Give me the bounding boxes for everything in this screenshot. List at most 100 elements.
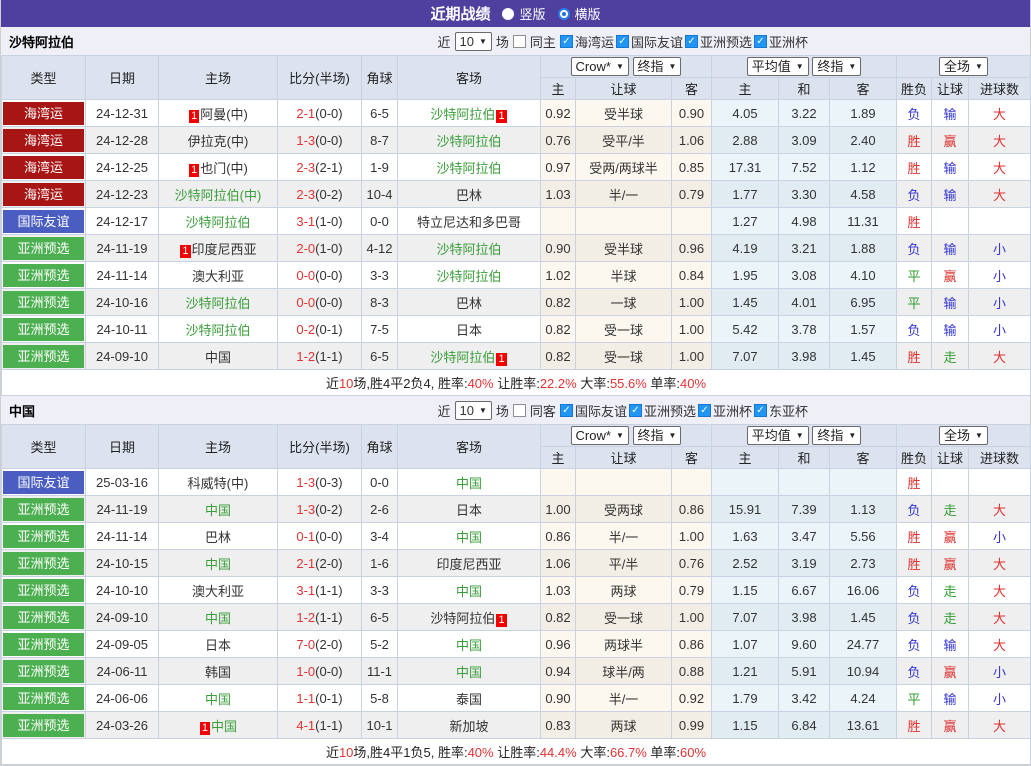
competition-checkbox[interactable]: ✓ (754, 404, 767, 417)
avg-home-value: 17.31 (712, 154, 779, 181)
avg-stage-select[interactable]: 终指▼ (812, 57, 861, 76)
result-handicap-value: 输 (932, 154, 969, 181)
layout-radio-horizontal[interactable]: 横版 (558, 4, 601, 23)
match-date: 24-09-10 (86, 343, 159, 370)
avg-home-value: 15.91 (712, 496, 779, 523)
competition-checkbox[interactable]: ✓ (698, 404, 711, 417)
odds-home-value (541, 208, 576, 235)
result-wdl-value: 胜 (897, 523, 932, 550)
result-handicap-value: 输 (932, 631, 969, 658)
match-type-badge: 亚洲预选 (2, 631, 86, 658)
competition-label: 国际友谊 (575, 401, 627, 420)
result-goals-value: 小 (969, 685, 1031, 712)
competition-checkbox[interactable]: ✓ (629, 404, 642, 417)
odds-stage-select[interactable]: 终指▼ (633, 57, 682, 76)
competition-checkbox[interactable]: ✓ (560, 35, 573, 48)
radio-label: 横版 (575, 4, 601, 23)
match-score: 2-3(0-2) (278, 181, 362, 208)
scope-header-group: 全场▼ (897, 56, 1031, 78)
match-date: 24-12-28 (86, 127, 159, 154)
odds-away-value: 1.00 (672, 523, 712, 550)
odds-home-value: 0.82 (541, 343, 576, 370)
chevron-down-icon: ▼ (669, 428, 677, 443)
result-wdl-value: 胜 (897, 712, 932, 739)
match-row: 国际友谊 25-03-16 科威特(中) 1-3(0-3) 0-0 中国 胜 (2, 469, 1031, 496)
col-result-wdl: 胜负 (897, 447, 932, 469)
same-venue-checkbox[interactable] (513, 404, 526, 417)
scope-select[interactable]: 全场▼ (939, 57, 988, 76)
col-avg-draw: 和 (779, 78, 830, 100)
odds-source-value: Crow* (576, 428, 611, 443)
summary-text: 近10场,胜4平1负5, 胜率:40% 让胜率:44.4% 大率:66.7% 单… (2, 739, 1031, 765)
odds-away-value: 0.79 (672, 577, 712, 604)
match-date: 24-11-19 (86, 235, 159, 262)
match-type-badge: 亚洲预选 (2, 262, 86, 289)
avg-draw-value: 6.67 (779, 577, 830, 604)
recent-count-select[interactable]: 10▼ (455, 32, 492, 51)
chevron-down-icon: ▼ (848, 428, 856, 443)
away-team: 中国 (398, 577, 541, 604)
col-corner: 角球 (362, 425, 398, 469)
odds-stage-select[interactable]: 终指▼ (633, 426, 682, 445)
home-team: 韩国 (159, 658, 278, 685)
match-date: 24-11-14 (86, 262, 159, 289)
radio-icon[interactable] (502, 8, 514, 20)
odds-home-value: 0.96 (541, 631, 576, 658)
odds-header-group: Crow*▼ 终指▼ (541, 425, 712, 447)
odds-away-value: 0.99 (672, 712, 712, 739)
match-type-badge: 亚洲预选 (2, 577, 86, 604)
avg-draw-value: 3.42 (779, 685, 830, 712)
avg-home-value: 1.45 (712, 289, 779, 316)
away-team: 中国 (398, 469, 541, 496)
match-row: 海湾运 24-12-23 沙特阿拉伯(中) 2-3(0-2) 10-4 巴林 1… (2, 181, 1031, 208)
result-goals-value: 大 (969, 343, 1031, 370)
home-team: 1印度尼西亚 (159, 235, 278, 262)
odds-source-select[interactable]: Crow*▼ (571, 57, 629, 76)
corner-score: 6-5 (362, 343, 398, 370)
competition-checkbox[interactable]: ✓ (754, 35, 767, 48)
match-score: 1-3(0-0) (278, 127, 362, 154)
odds-source-select[interactable]: Crow*▼ (571, 426, 629, 445)
odds-home-value: 0.82 (541, 316, 576, 343)
result-wdl-value: 负 (897, 658, 932, 685)
same-venue-label: 同客 (530, 401, 556, 420)
away-team: 中国 (398, 631, 541, 658)
competition-checkbox[interactable]: ✓ (685, 35, 698, 48)
match-row: 亚洲预选 24-10-10 澳大利亚 3-1(1-1) 3-3 中国 1.03 … (2, 577, 1031, 604)
corner-score: 8-7 (362, 127, 398, 154)
away-team: 日本 (398, 496, 541, 523)
avg-source-select[interactable]: 平均值▼ (747, 57, 809, 76)
match-score: 3-1(1-0) (278, 208, 362, 235)
match-date: 25-03-16 (86, 469, 159, 496)
handicap-value: 两球半 (576, 631, 672, 658)
match-score: 1-2(1-1) (278, 343, 362, 370)
match-score: 2-1(0-0) (278, 100, 362, 127)
match-row: 海湾运 24-12-25 1也门(中) 2-3(2-1) 1-9 沙特阿拉伯 0… (2, 154, 1031, 181)
recent-count-select[interactable]: 10▼ (455, 401, 492, 420)
layout-radio-vertical[interactable]: 竖版 (502, 4, 545, 23)
match-type-badge: 海湾运 (2, 100, 86, 127)
handicap-value: 受平/半 (576, 127, 672, 154)
result-handicap-value: 赢 (932, 523, 969, 550)
home-team: 日本 (159, 631, 278, 658)
avg-source-select[interactable]: 平均值▼ (747, 426, 809, 445)
competition-checkbox[interactable]: ✓ (560, 404, 573, 417)
match-row: 亚洲预选 24-06-06 中国 1-1(0-1) 5-8 泰国 0.90 半/… (2, 685, 1031, 712)
col-odds-home: 主 (541, 78, 576, 100)
scope-select[interactable]: 全场▼ (939, 426, 988, 445)
avg-stage-select[interactable]: 终指▼ (812, 426, 861, 445)
table-header-row: 类型 日期 主场 比分(半场) 角球 客场 Crow*▼ 终指▼ 平均值▼ 终指… (2, 425, 1031, 447)
avg-home-value: 1.07 (712, 631, 779, 658)
corner-score: 6-5 (362, 604, 398, 631)
odds-away-value (672, 469, 712, 496)
avg-draw-value: 3.30 (779, 181, 830, 208)
match-row: 亚洲预选 24-10-16 沙特阿拉伯 0-0(0-0) 8-3 巴林 0.82… (2, 289, 1031, 316)
match-score: 3-1(1-1) (278, 577, 362, 604)
match-type-badge: 海湾运 (2, 154, 86, 181)
same-venue-checkbox[interactable] (513, 35, 526, 48)
odds-away-value: 0.86 (672, 496, 712, 523)
competition-checkbox[interactable]: ✓ (616, 35, 629, 48)
radio-selected-icon[interactable] (558, 8, 570, 20)
team-name: 中国 (9, 401, 35, 420)
col-corner: 角球 (362, 56, 398, 100)
